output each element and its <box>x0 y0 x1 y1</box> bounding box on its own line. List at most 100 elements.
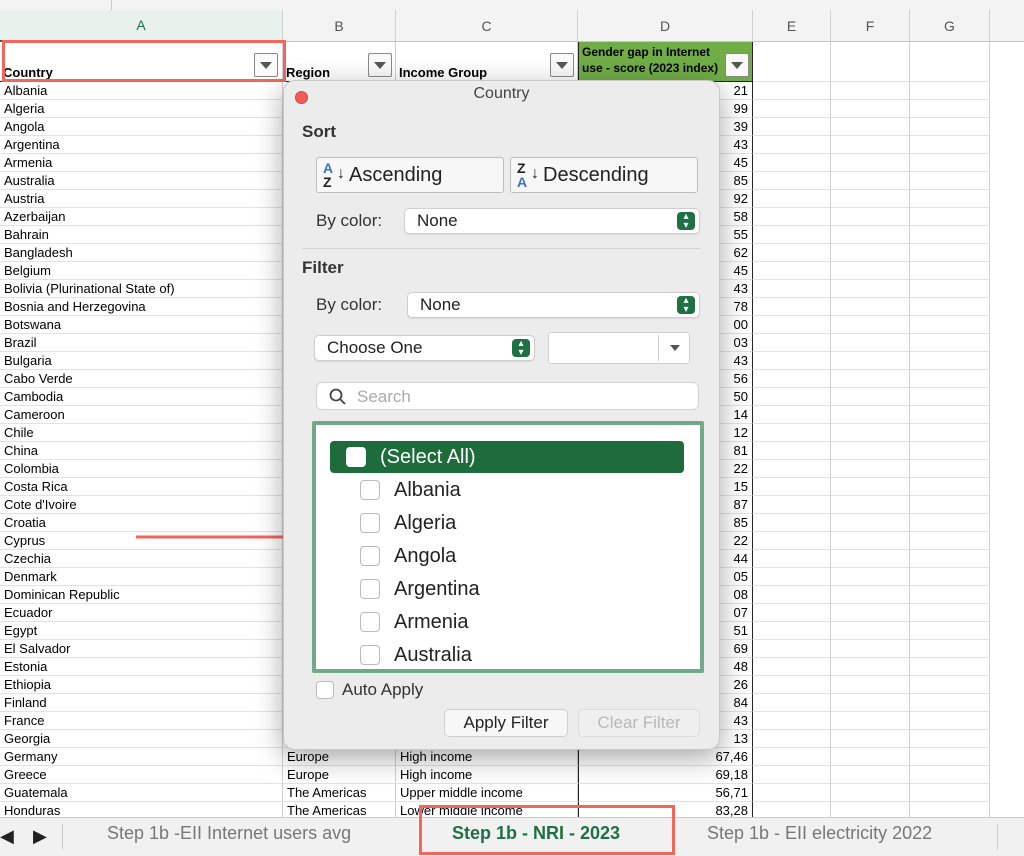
cell-country[interactable]: Chile <box>0 424 283 442</box>
cell-empty[interactable] <box>831 352 910 370</box>
cell-empty[interactable] <box>831 802 910 817</box>
cell-empty[interactable] <box>753 352 831 370</box>
cell-empty[interactable] <box>910 604 990 622</box>
condition-value-combo[interactable] <box>548 332 690 364</box>
condition-select[interactable]: Choose One ▴ ▾ <box>314 335 535 361</box>
cell-country[interactable]: Costa Rica <box>0 478 283 496</box>
search-box[interactable] <box>316 382 699 410</box>
cell-empty[interactable] <box>910 406 990 424</box>
cell-empty[interactable] <box>753 622 831 640</box>
cell-empty[interactable] <box>910 352 990 370</box>
cell-empty[interactable] <box>910 694 990 712</box>
cell-empty[interactable] <box>753 82 831 100</box>
cell-empty[interactable] <box>831 568 910 586</box>
cell-country[interactable]: Austria <box>0 190 283 208</box>
cell-empty[interactable] <box>831 334 910 352</box>
cell-empty[interactable] <box>753 658 831 676</box>
tab-eii-electricity[interactable]: Step 1b - EII electricity 2022 <box>707 823 932 844</box>
cell-country[interactable]: Botswana <box>0 316 283 334</box>
cell-empty[interactable] <box>910 766 990 784</box>
cell-empty[interactable] <box>910 172 990 190</box>
tab-eii-internet-users[interactable]: Step 1b -EII Internet users avg <box>107 823 351 844</box>
list-item[interactable]: Australia <box>330 639 684 671</box>
cell-empty[interactable] <box>831 676 910 694</box>
cell-empty[interactable] <box>831 154 910 172</box>
cell-empty[interactable] <box>753 298 831 316</box>
cell-empty[interactable] <box>831 262 910 280</box>
cell-empty[interactable] <box>753 802 831 817</box>
cell-empty[interactable] <box>831 532 910 550</box>
cell-empty[interactable] <box>910 244 990 262</box>
cell-income[interactable]: High income <box>396 748 578 766</box>
cell-country[interactable]: Argentina <box>0 136 283 154</box>
cell-empty[interactable] <box>910 388 990 406</box>
cell-country[interactable]: China <box>0 442 283 460</box>
checkbox[interactable] <box>360 612 380 632</box>
cell-empty[interactable] <box>831 460 910 478</box>
cell-empty[interactable] <box>831 136 910 154</box>
cell-empty[interactable] <box>910 262 990 280</box>
cell-country[interactable]: Australia <box>0 172 283 190</box>
cell-empty[interactable] <box>910 748 990 766</box>
column-header-g[interactable]: G <box>910 10 990 42</box>
cell-empty[interactable] <box>753 748 831 766</box>
cell-country[interactable]: Guatemala <box>0 784 283 802</box>
gender-gap-filter-dropdown-icon[interactable] <box>725 53 749 77</box>
cell-country[interactable]: Angola <box>0 118 283 136</box>
cell-empty[interactable] <box>753 388 831 406</box>
income-filter-dropdown-icon[interactable] <box>550 53 574 77</box>
column-header-b[interactable]: B <box>283 10 396 42</box>
cell-empty[interactable] <box>910 496 990 514</box>
cell-country[interactable]: Ethiopia <box>0 676 283 694</box>
cell-empty[interactable] <box>910 658 990 676</box>
cell-empty[interactable] <box>831 586 910 604</box>
column-header-c[interactable]: C <box>396 10 578 42</box>
cell-empty[interactable] <box>753 280 831 298</box>
cell-empty[interactable] <box>910 460 990 478</box>
cell-country[interactable]: Cameroon <box>0 406 283 424</box>
cell-empty[interactable] <box>831 550 910 568</box>
search-input[interactable] <box>355 385 659 409</box>
cell-country[interactable]: Cote d'Ivoire <box>0 496 283 514</box>
apply-filter-button[interactable]: Apply Filter <box>444 709 568 737</box>
checkbox[interactable] <box>360 579 380 599</box>
cell-empty[interactable] <box>910 370 990 388</box>
cell-empty[interactable] <box>753 730 831 748</box>
cell-empty[interactable] <box>753 406 831 424</box>
cell-empty[interactable] <box>753 640 831 658</box>
cell-region[interactable]: Europe <box>283 748 396 766</box>
cell-empty[interactable] <box>910 100 990 118</box>
cell-empty[interactable] <box>910 424 990 442</box>
header-cell-f[interactable] <box>831 42 910 82</box>
cell-country[interactable]: Georgia <box>0 730 283 748</box>
cell-empty[interactable] <box>831 622 910 640</box>
cell-empty[interactable] <box>910 550 990 568</box>
cell-empty[interactable] <box>753 784 831 802</box>
cell-empty[interactable] <box>753 568 831 586</box>
cell-empty[interactable] <box>910 478 990 496</box>
select-all-item[interactable]: (Select All) <box>330 441 684 473</box>
cell-country[interactable]: Algeria <box>0 100 283 118</box>
cell-empty[interactable] <box>831 406 910 424</box>
checkbox[interactable] <box>360 546 380 566</box>
header-cell-gender-gap[interactable]: Gender gap in Internet use - score (2023… <box>578 42 753 82</box>
cell-country[interactable]: Czechia <box>0 550 283 568</box>
cell-country[interactable]: Ecuador <box>0 604 283 622</box>
clear-filter-button[interactable]: Clear Filter <box>578 709 700 737</box>
checkbox[interactable] <box>346 447 366 467</box>
cell-empty[interactable] <box>753 442 831 460</box>
cell-empty[interactable] <box>753 244 831 262</box>
column-header-e[interactable]: E <box>753 10 831 42</box>
cell-empty[interactable] <box>753 496 831 514</box>
cell-empty[interactable] <box>831 172 910 190</box>
column-header-h[interactable] <box>990 10 1024 42</box>
cell-empty[interactable] <box>753 604 831 622</box>
header-cell-g[interactable] <box>910 42 990 82</box>
cell-empty[interactable] <box>831 100 910 118</box>
cell-region[interactable]: The Americas <box>283 802 396 817</box>
cell-empty[interactable] <box>753 100 831 118</box>
cell-empty[interactable] <box>753 262 831 280</box>
cell-empty[interactable] <box>753 172 831 190</box>
cell-empty[interactable] <box>831 244 910 262</box>
cell-empty[interactable] <box>831 748 910 766</box>
